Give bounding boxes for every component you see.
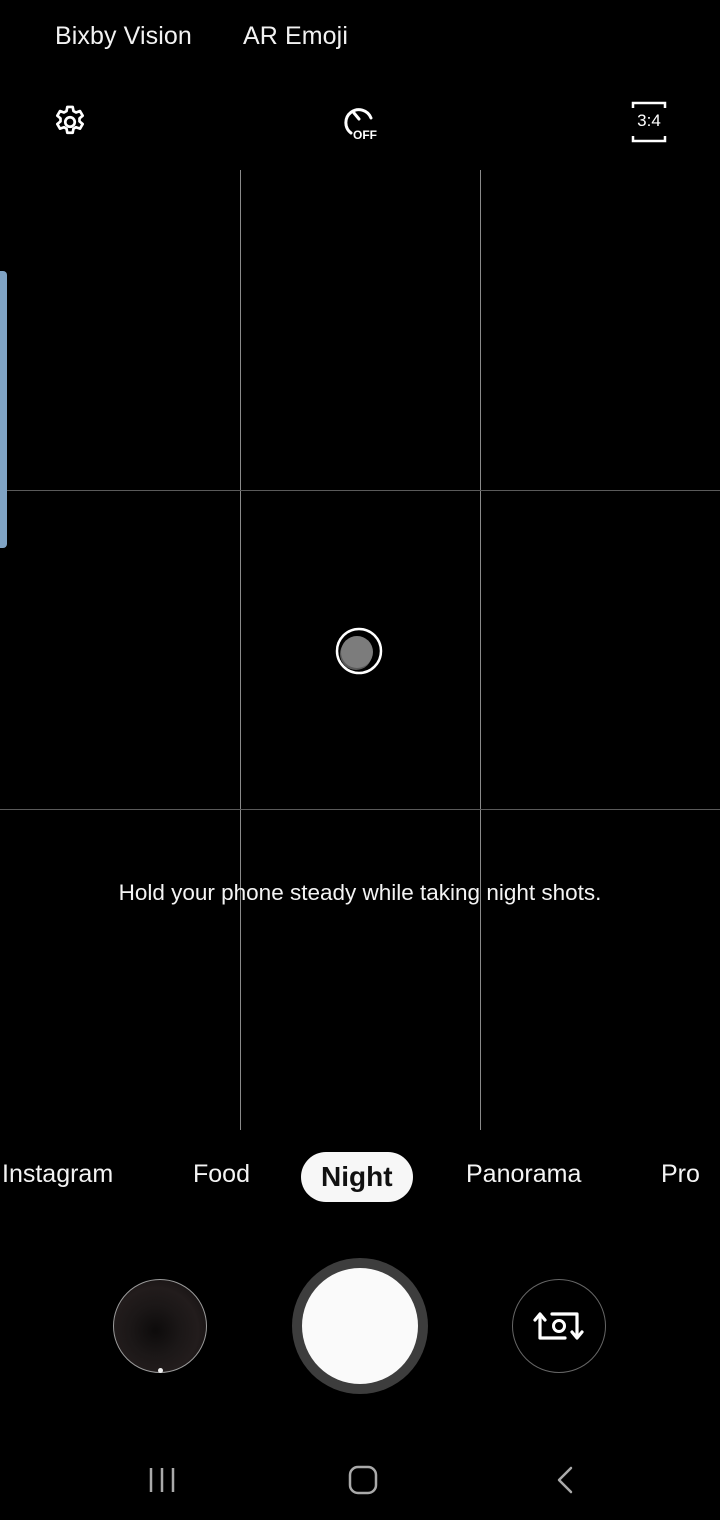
timer-state: OFF	[353, 128, 377, 142]
grid-line-horizontal	[0, 809, 720, 810]
focus-indicator[interactable]	[335, 627, 383, 675]
gallery-thumbnail[interactable]	[113, 1279, 207, 1373]
mode-night[interactable]: Night	[301, 1152, 413, 1202]
settings-button[interactable]	[48, 100, 92, 144]
grid-line-horizontal	[0, 490, 720, 491]
timer-button[interactable]: OFF	[338, 100, 382, 144]
bixby-vision-button[interactable]: Bixby Vision	[55, 22, 192, 51]
recents-button[interactable]	[132, 1455, 192, 1505]
back-icon	[557, 1466, 573, 1494]
new-photo-indicator	[158, 1368, 163, 1373]
switch-camera-icon	[533, 1312, 584, 1340]
home-button[interactable]	[333, 1455, 393, 1505]
home-icon	[348, 1465, 378, 1495]
aspect-ratio-button[interactable]: 3:4	[627, 100, 671, 144]
switch-camera-button[interactable]	[512, 1279, 606, 1373]
timer-icon: OFF	[344, 108, 377, 142]
camera-mode-selector[interactable]: Instagram Food Night Panorama Pro	[0, 1152, 720, 1204]
recents-icon	[149, 1468, 175, 1492]
shutter-inner	[302, 1268, 418, 1384]
edge-panel-handle[interactable]	[0, 271, 7, 548]
mode-panorama[interactable]: Panorama	[466, 1160, 581, 1189]
aspect-ratio-label: 3:4	[637, 111, 661, 130]
grid-line-vertical	[240, 170, 241, 1130]
shutter-button[interactable]	[292, 1258, 428, 1394]
gear-icon	[55, 105, 85, 135]
mode-instagram[interactable]: Instagram	[2, 1160, 113, 1189]
night-mode-hint: Hold your phone steady while taking nigh…	[118, 880, 602, 905]
ar-emoji-button[interactable]: AR Emoji	[243, 22, 348, 51]
grid-line-vertical	[480, 170, 481, 1130]
back-button[interactable]	[535, 1455, 595, 1505]
mode-food[interactable]: Food	[193, 1160, 250, 1189]
mode-pro[interactable]: Pro	[661, 1160, 700, 1189]
